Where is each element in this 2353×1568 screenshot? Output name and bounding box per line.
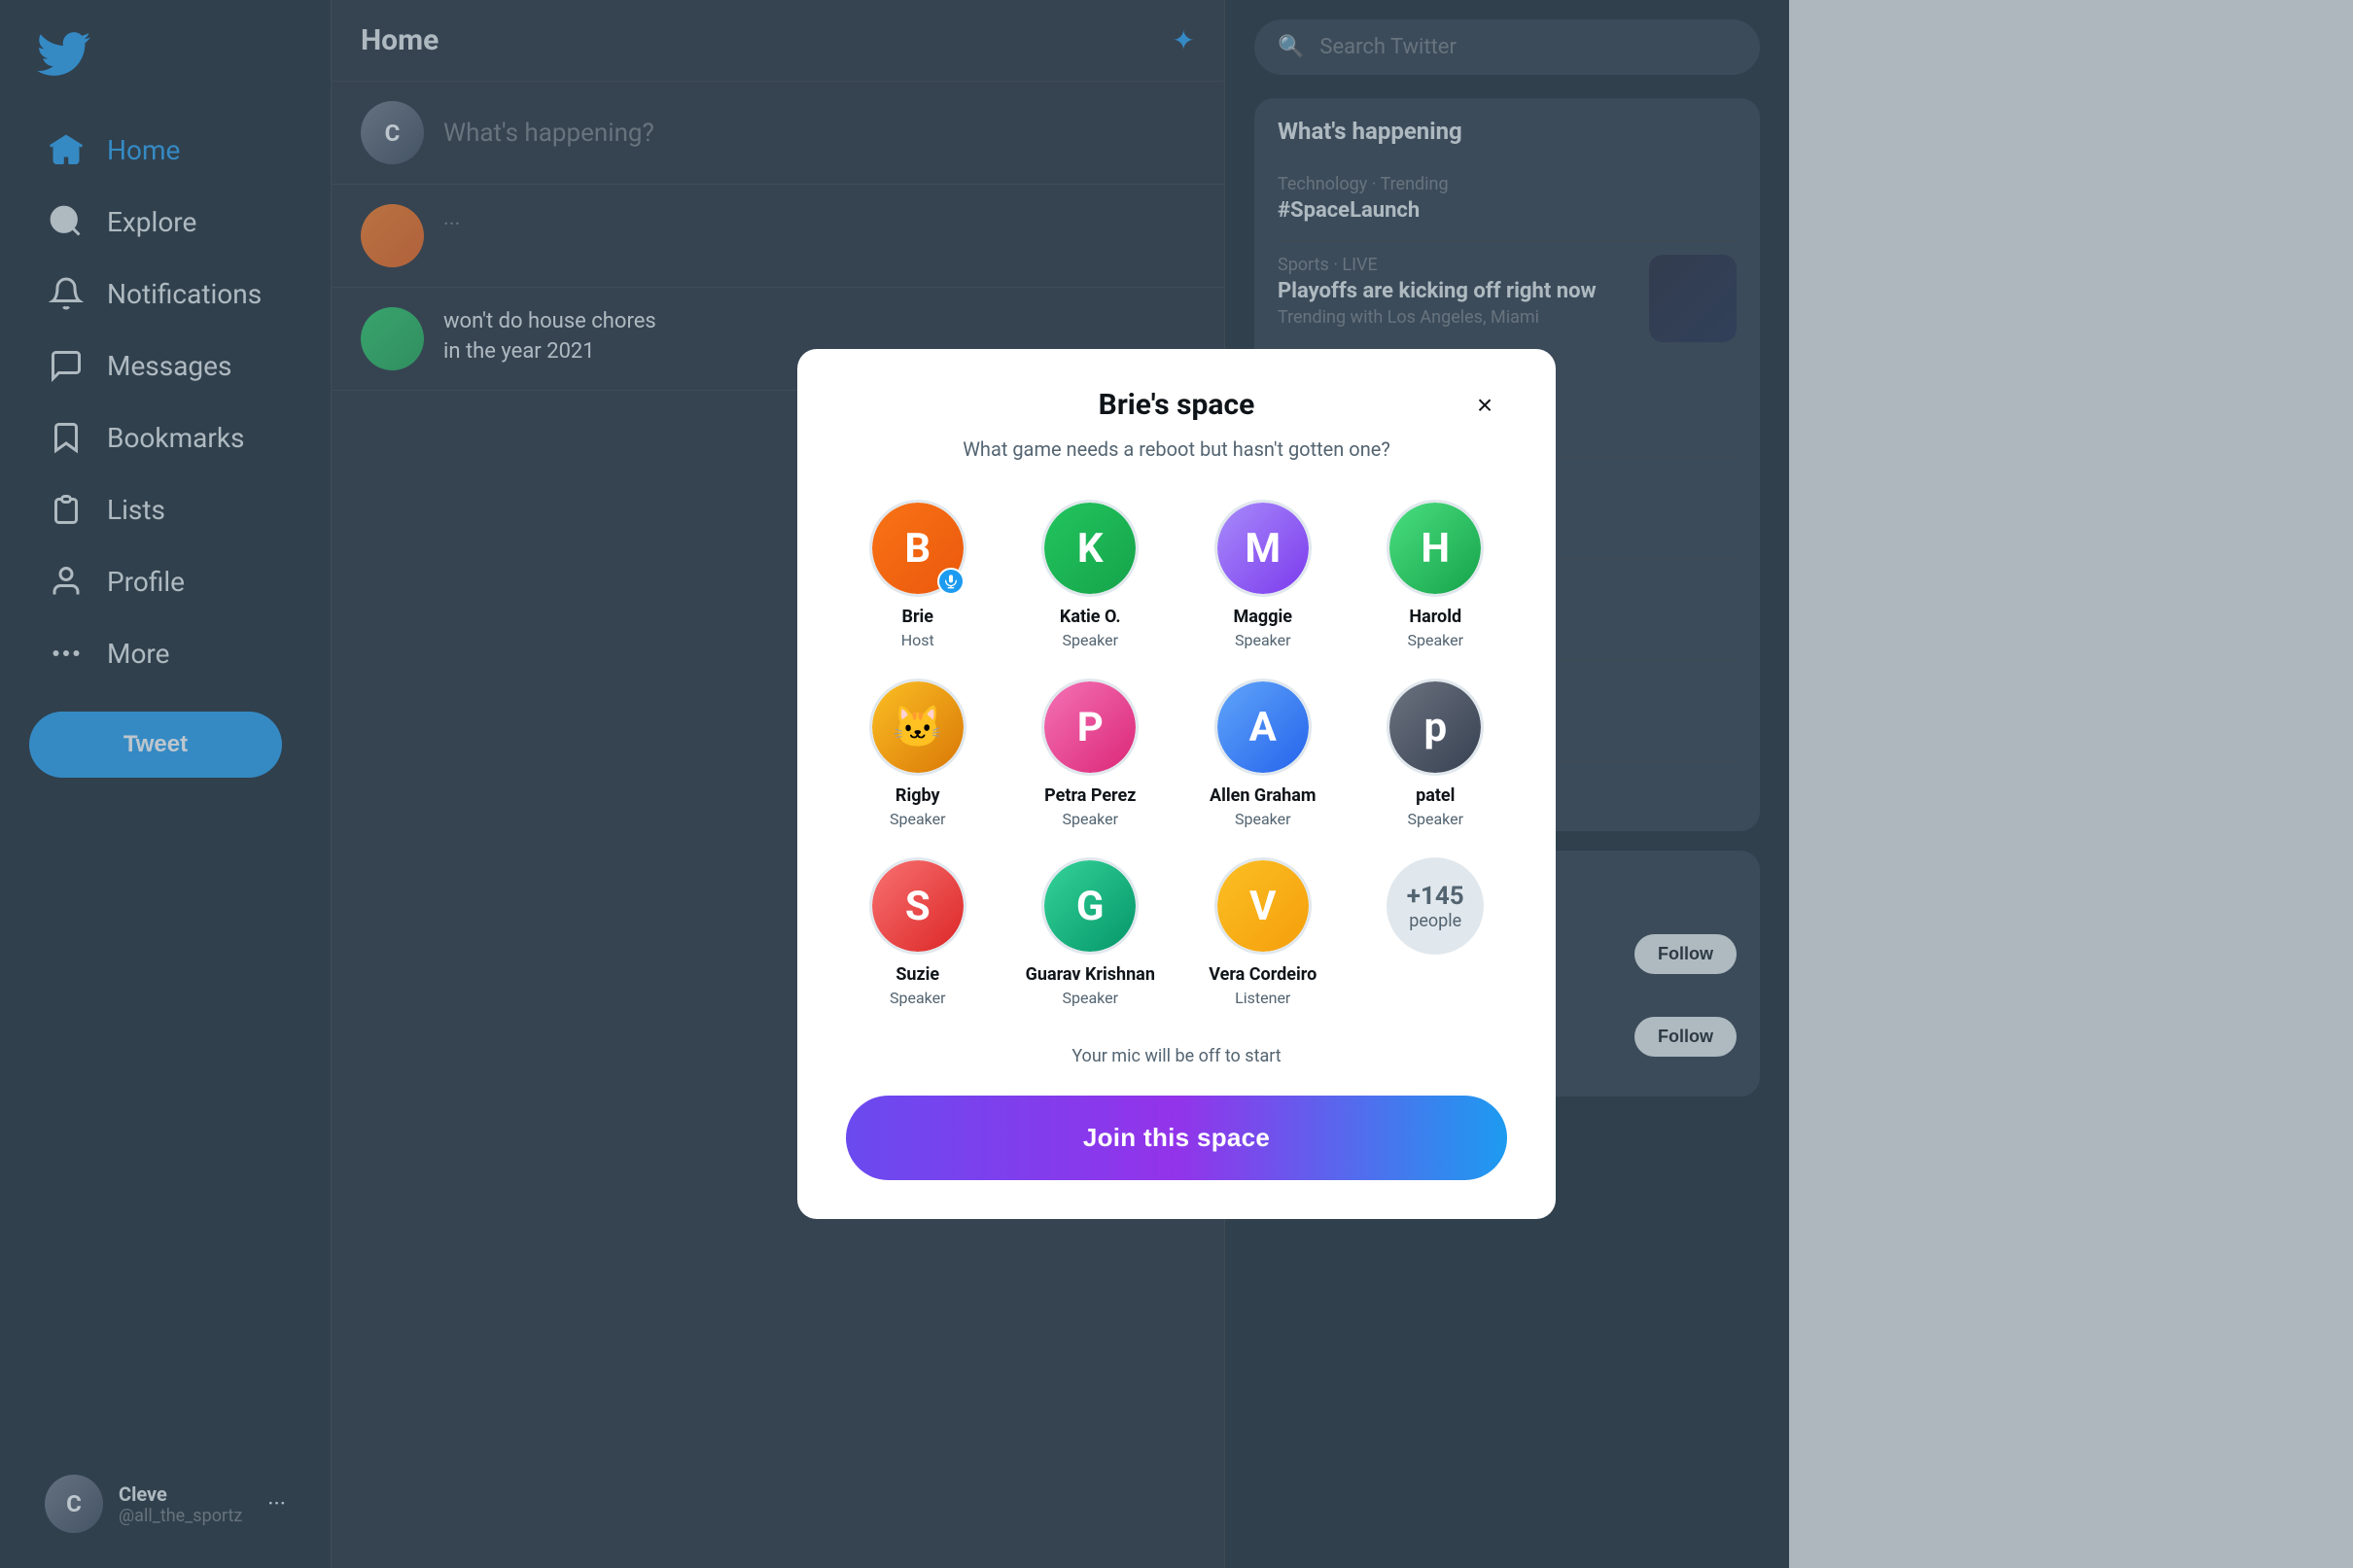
speaker-role-guarav: Speaker: [1062, 989, 1118, 1007]
join-space-button[interactable]: Join this space: [846, 1096, 1507, 1180]
speaker-avatar-wrap-guarav: G: [1041, 857, 1139, 955]
speaker-avatar-img-petra: P: [1044, 681, 1136, 773]
speaker-avatar-img-suzie: S: [872, 860, 964, 952]
plus-people-label: people: [1409, 911, 1461, 931]
speaker-name-brie: Brie: [901, 607, 933, 627]
speakers-grid: B Brie Host K Katie O. Speaker: [846, 500, 1507, 1007]
speaker-avatar-petra: P: [1041, 679, 1139, 776]
speaker-avatar-patel: p: [1387, 679, 1484, 776]
plus-people-count: +145: [1407, 882, 1464, 911]
modal-title: Brie's space: [1099, 388, 1255, 422]
modal-header: Brie's space ×: [846, 388, 1507, 422]
speaker-avatar-wrap-allen: A: [1214, 679, 1312, 776]
speaker-guarav: G Guarav Krishnan Speaker: [1019, 857, 1163, 1007]
speaker-name-petra: Petra Perez: [1044, 785, 1136, 806]
speaker-petra: P Petra Perez Speaker: [1019, 679, 1163, 828]
speaker-name-allen: Allen Graham: [1210, 785, 1316, 806]
speaker-role-petra: Speaker: [1062, 810, 1118, 828]
speaker-name-vera: Vera Cordeiro: [1209, 964, 1317, 985]
speaker-role-patel: Speaker: [1407, 810, 1463, 828]
speaker-avatar-img-patel: p: [1389, 681, 1481, 773]
speaker-maggie: M Maggie Speaker: [1191, 500, 1335, 649]
speaker-avatar-img-rigby: 🐱: [872, 681, 964, 773]
speaker-avatar-wrap-brie: B: [869, 500, 966, 597]
speaker-avatar-rigby: 🐱: [869, 679, 966, 776]
speaker-avatar-wrap-rigby: 🐱: [869, 679, 966, 776]
modal-subtitle: What game needs a reboot but hasn't gott…: [846, 437, 1507, 461]
speaker-avatar-allen: A: [1214, 679, 1312, 776]
speaker-role-katie: Speaker: [1062, 631, 1118, 649]
plus-people-item: +145 people: [1364, 857, 1508, 1007]
speaker-vera: V Vera Cordeiro Listener: [1191, 857, 1335, 1007]
speaker-avatar-wrap-maggie: M: [1214, 500, 1312, 597]
speaker-role-harold: Speaker: [1407, 631, 1463, 649]
speaker-avatar-img-harold: H: [1389, 503, 1481, 594]
speaker-avatar-img-allen: A: [1217, 681, 1309, 773]
speaker-avatar-wrap-suzie: S: [869, 857, 966, 955]
modal-close-button[interactable]: ×: [1462, 383, 1507, 428]
speaker-avatar-katie: K: [1041, 500, 1139, 597]
speaker-role-suzie: Speaker: [890, 989, 946, 1007]
speaker-role-vera: Listener: [1235, 989, 1290, 1007]
speaker-avatar-wrap-katie: K: [1041, 500, 1139, 597]
speaker-avatar-maggie: M: [1214, 500, 1312, 597]
speaker-katie: K Katie O. Speaker: [1019, 500, 1163, 649]
speaker-brie: B Brie Host: [846, 500, 990, 649]
speaker-name-katie: Katie O.: [1060, 607, 1121, 627]
speaker-avatar-suzie: S: [869, 857, 966, 955]
space-modal: Brie's space × What game needs a reboot …: [797, 349, 1556, 1219]
speaker-role-maggie: Speaker: [1235, 631, 1291, 649]
speaker-avatar-wrap-petra: P: [1041, 679, 1139, 776]
speaker-avatar-vera: V: [1214, 857, 1312, 955]
speaker-role-allen: Speaker: [1235, 810, 1291, 828]
host-badge-brie: [937, 568, 965, 595]
speaker-role-rigby: Speaker: [890, 810, 946, 828]
speaker-role-brie: Host: [901, 631, 934, 649]
speaker-avatar-img-vera: V: [1217, 860, 1309, 952]
speaker-avatar-guarav: G: [1041, 857, 1139, 955]
modal-overlay[interactable]: Brie's space × What game needs a reboot …: [0, 0, 2353, 1568]
speaker-harold: H Harold Speaker: [1364, 500, 1508, 649]
speaker-avatar-img-maggie: M: [1217, 503, 1309, 594]
speaker-patel: p patel Speaker: [1364, 679, 1508, 828]
speaker-name-patel: patel: [1416, 785, 1455, 806]
modal-mic-notice: Your mic will be off to start: [846, 1046, 1507, 1066]
speaker-name-harold: Harold: [1409, 607, 1461, 627]
speaker-suzie: S Suzie Speaker: [846, 857, 990, 1007]
speaker-name-suzie: Suzie: [896, 964, 939, 985]
speaker-rigby: 🐱 Rigby Speaker: [846, 679, 990, 828]
speaker-avatar-wrap-harold: H: [1387, 500, 1484, 597]
plus-people-circle: +145 people: [1387, 857, 1484, 955]
speaker-name-guarav: Guarav Krishnan: [1026, 964, 1155, 985]
speaker-avatar-img-katie: K: [1044, 503, 1136, 594]
speaker-avatar-wrap-vera: V: [1214, 857, 1312, 955]
speaker-avatar-img-guarav: G: [1044, 860, 1136, 952]
speaker-name-rigby: Rigby: [896, 785, 940, 806]
speaker-avatar-wrap-patel: p: [1387, 679, 1484, 776]
speaker-name-maggie: Maggie: [1234, 607, 1292, 627]
speaker-avatar-harold: H: [1387, 500, 1484, 597]
speaker-allen: A Allen Graham Speaker: [1191, 679, 1335, 828]
